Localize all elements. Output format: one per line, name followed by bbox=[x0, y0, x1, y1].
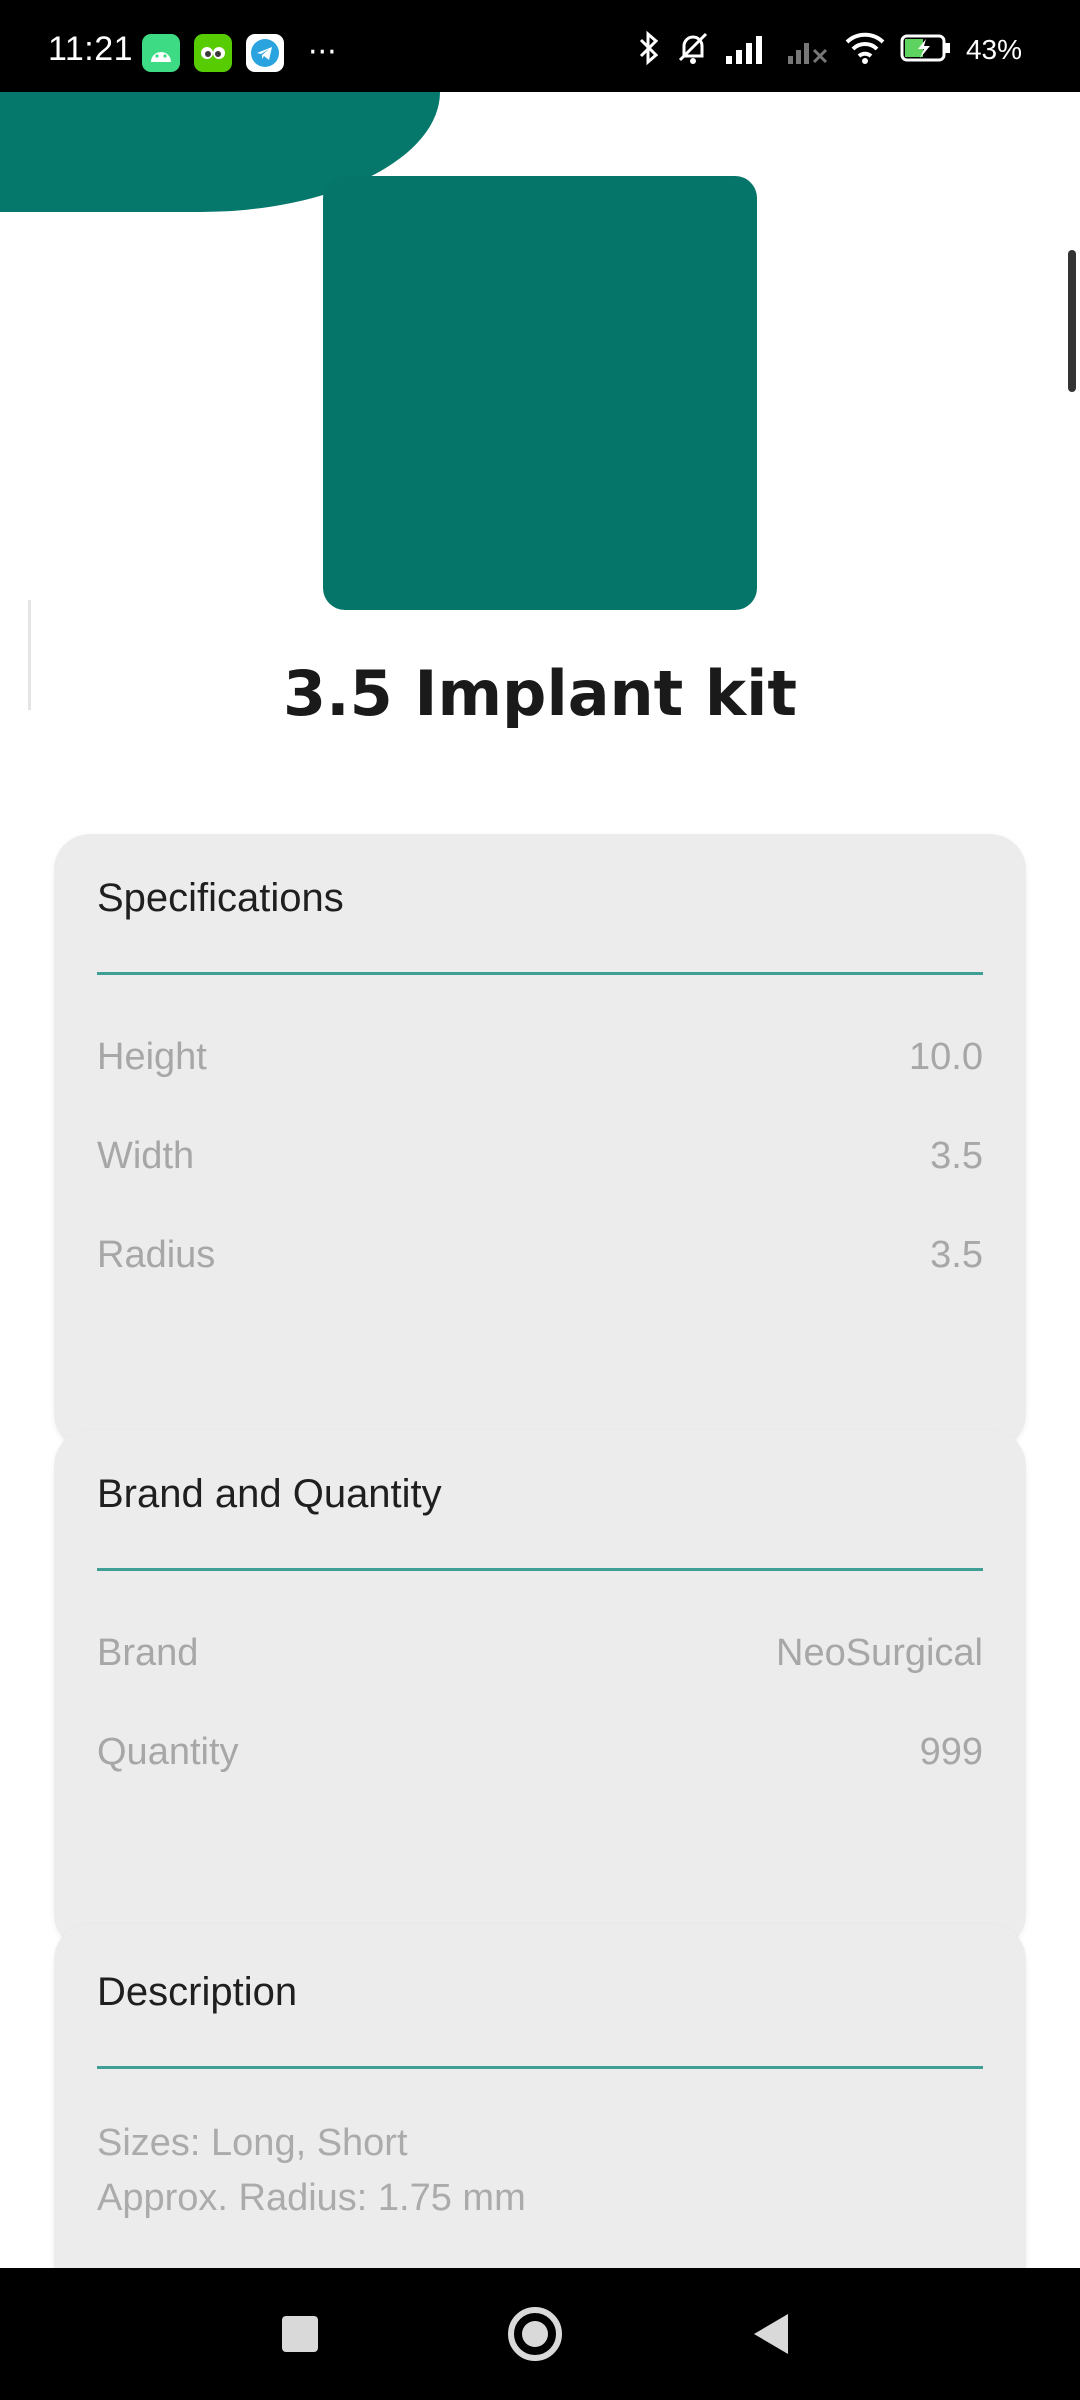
back-button[interactable] bbox=[742, 2304, 802, 2364]
status-app-icons: ··· bbox=[142, 34, 337, 72]
navigation-bar bbox=[0, 2268, 1080, 2400]
description-title: Description bbox=[97, 1970, 298, 2014]
status-indicators: 43% bbox=[636, 30, 1022, 70]
brand-quantity-card: Brand and Quantity Brand NeoSurgical Qua… bbox=[54, 1430, 1026, 1950]
specifications-divider bbox=[97, 972, 983, 975]
specifications-title: Specifications bbox=[97, 876, 344, 920]
description-divider bbox=[97, 2066, 983, 2069]
product-detail-screen: 3.5 Implant kit Specifications Height 10… bbox=[0, 92, 1080, 2268]
spec-label: Radius bbox=[97, 1234, 216, 1276]
description-line: Approx. Radius: 1.75 mm bbox=[97, 2177, 526, 2219]
battery-charging-icon bbox=[900, 33, 952, 67]
spec-row-radius: Radius 3.5 bbox=[97, 1234, 983, 1277]
brand-quantity-title: Brand and Quantity bbox=[97, 1472, 442, 1516]
quantity-label: Quantity bbox=[97, 1731, 239, 1773]
brand-row: Brand NeoSurgical bbox=[97, 1632, 983, 1675]
wifi-icon bbox=[844, 30, 886, 70]
signal-no-service-icon bbox=[786, 30, 830, 70]
status-time: 11:21 bbox=[48, 30, 134, 68]
spec-value: 10.0 bbox=[909, 1036, 983, 1078]
status-bar: 11:21 ··· 43% bbox=[0, 0, 1080, 92]
spec-value: 3.5 bbox=[930, 1135, 983, 1177]
brand-quantity-divider bbox=[97, 1568, 983, 1571]
more-notifications-icon: ··· bbox=[308, 35, 337, 70]
spec-label: Width bbox=[97, 1135, 195, 1177]
specifications-card: Specifications Height 10.0 Width 3.5 Rad… bbox=[54, 834, 1026, 1450]
spec-row-height: Height 10.0 bbox=[97, 1036, 983, 1079]
home-button[interactable] bbox=[505, 2304, 565, 2364]
description-line: Sizes: Long, Short bbox=[97, 2122, 408, 2164]
duolingo-icon bbox=[194, 34, 232, 72]
mute-bell-icon bbox=[676, 30, 710, 70]
description-card: Description Sizes: Long, Short Approx. R… bbox=[54, 1924, 1026, 2268]
recent-apps-button[interactable] bbox=[270, 2304, 330, 2364]
telegram-icon bbox=[246, 34, 284, 72]
android-icon bbox=[142, 34, 180, 72]
scrollbar[interactable] bbox=[1068, 250, 1076, 392]
square-icon bbox=[282, 2316, 318, 2352]
signal-strength-icon bbox=[724, 30, 772, 70]
spec-label: Height bbox=[97, 1036, 207, 1078]
spec-row-width: Width 3.5 bbox=[97, 1135, 983, 1178]
home-circle-icon bbox=[508, 2307, 562, 2361]
product-title: 3.5 Implant kit bbox=[282, 657, 798, 730]
spec-value: 3.5 bbox=[930, 1234, 983, 1276]
quantity-row: Quantity 999 bbox=[97, 1731, 983, 1774]
brand-label: Brand bbox=[97, 1632, 199, 1674]
brand-value: NeoSurgical bbox=[776, 1632, 983, 1674]
quantity-value: 999 bbox=[919, 1731, 983, 1773]
battery-percentage: 43% bbox=[965, 34, 1022, 65]
bluetooth-icon bbox=[636, 30, 662, 70]
back-triangle-icon bbox=[754, 2314, 788, 2354]
product-image bbox=[323, 176, 757, 610]
